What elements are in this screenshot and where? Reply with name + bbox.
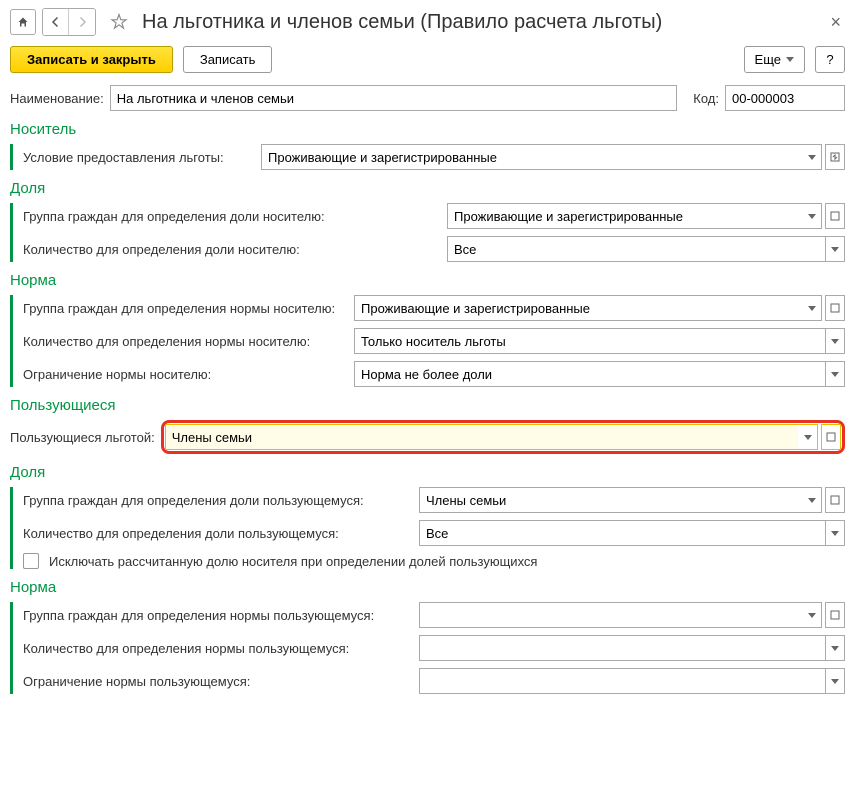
dropdown-button[interactable]	[802, 144, 822, 170]
share-group-input[interactable]	[447, 203, 802, 229]
name-label: Наименование:	[10, 91, 104, 106]
open-button[interactable]	[825, 602, 845, 628]
expand-icon	[830, 610, 840, 620]
norm-count-input[interactable]	[354, 328, 825, 354]
norm-group-label: Группа граждан для определения нормы нос…	[23, 301, 348, 316]
section-carrier-title: Носитель	[10, 121, 845, 138]
chevron-down-icon	[831, 679, 839, 684]
share-group-label: Группа граждан для определения доли носи…	[23, 209, 441, 224]
save-button[interactable]: Записать	[183, 46, 273, 73]
users-norm-group-label: Группа граждан для определения нормы пол…	[23, 608, 413, 623]
exclude-label: Исключать рассчитанную долю носителя при…	[49, 554, 537, 569]
forward-button[interactable]	[69, 9, 95, 35]
expand-icon	[830, 495, 840, 505]
chevron-down-icon	[804, 435, 812, 440]
chevron-down-icon	[808, 498, 816, 503]
expand-icon	[830, 303, 840, 313]
dropdown-button[interactable]	[825, 236, 845, 262]
users-norm-limit-input[interactable]	[419, 668, 825, 694]
users-benefit-input[interactable]	[165, 424, 798, 450]
code-input[interactable]	[725, 85, 845, 111]
open-button[interactable]	[821, 424, 841, 450]
expand-icon	[830, 211, 840, 221]
users-norm-group-input[interactable]	[419, 602, 802, 628]
chevron-down-icon	[808, 306, 816, 311]
chevron-down-icon	[808, 155, 816, 160]
users-share-group-label: Группа граждан для определения доли поль…	[23, 493, 413, 508]
users-share-count-input[interactable]	[419, 520, 825, 546]
norm-limit-label: Ограничение нормы носителю:	[23, 367, 348, 382]
section-users-title: Пользующиеся	[10, 397, 845, 414]
chevron-down-icon	[808, 613, 816, 618]
users-share-group-input[interactable]	[419, 487, 802, 513]
chevron-down-icon	[831, 339, 839, 344]
open-button[interactable]	[825, 295, 845, 321]
favorite-button[interactable]	[108, 11, 130, 33]
share-count-input[interactable]	[447, 236, 825, 262]
chevron-down-icon	[786, 57, 794, 62]
expand-icon	[830, 152, 840, 162]
code-label: Код:	[693, 91, 719, 106]
dropdown-button[interactable]	[825, 328, 845, 354]
norm-limit-input[interactable]	[354, 361, 825, 387]
users-share-count-label: Количество для определения доли пользующ…	[23, 526, 413, 541]
arrow-right-icon	[76, 16, 88, 28]
page-title: На льготника и членов семьи (Правило рас…	[142, 11, 820, 34]
chevron-down-icon	[831, 646, 839, 651]
more-button[interactable]: Еще	[744, 46, 805, 73]
dropdown-button[interactable]	[802, 602, 822, 628]
open-button[interactable]	[825, 487, 845, 513]
open-button[interactable]	[825, 203, 845, 229]
expand-icon	[826, 432, 836, 442]
section-users-share-title: Доля	[10, 464, 845, 481]
users-benefit-label: Пользующиеся льготой:	[10, 430, 155, 445]
users-norm-count-input[interactable]	[419, 635, 825, 661]
home-icon	[17, 16, 29, 28]
section-share-title: Доля	[10, 180, 845, 197]
carrier-condition-input[interactable]	[261, 144, 802, 170]
back-button[interactable]	[43, 9, 69, 35]
section-users-norm-title: Норма	[10, 579, 845, 596]
dropdown-button[interactable]	[802, 295, 822, 321]
open-button[interactable]	[825, 144, 845, 170]
dropdown-button[interactable]	[825, 635, 845, 661]
users-norm-count-label: Количество для определения нормы пользую…	[23, 641, 413, 656]
users-norm-limit-label: Ограничение нормы пользующемуся:	[23, 674, 413, 689]
dropdown-button[interactable]	[825, 668, 845, 694]
help-button[interactable]: ?	[815, 46, 845, 73]
dropdown-button[interactable]	[798, 424, 818, 450]
section-norm-title: Норма	[10, 272, 845, 289]
chevron-down-icon	[831, 372, 839, 377]
chevron-down-icon	[808, 214, 816, 219]
name-input[interactable]	[110, 85, 678, 111]
star-icon	[110, 13, 128, 31]
save-and-close-button[interactable]: Записать и закрыть	[10, 46, 173, 73]
dropdown-button[interactable]	[825, 361, 845, 387]
arrow-left-icon	[50, 16, 62, 28]
close-button[interactable]: ×	[826, 12, 845, 33]
share-count-label: Количество для определения доли носителю…	[23, 242, 441, 257]
dropdown-button[interactable]	[825, 520, 845, 546]
dropdown-button[interactable]	[802, 203, 822, 229]
carrier-condition-label: Условие предоставления льготы:	[23, 150, 255, 165]
chevron-down-icon	[831, 531, 839, 536]
exclude-checkbox[interactable]	[23, 553, 39, 569]
norm-count-label: Количество для определения нормы носител…	[23, 334, 348, 349]
dropdown-button[interactable]	[802, 487, 822, 513]
chevron-down-icon	[831, 247, 839, 252]
norm-group-input[interactable]	[354, 295, 802, 321]
home-button[interactable]	[10, 9, 36, 35]
